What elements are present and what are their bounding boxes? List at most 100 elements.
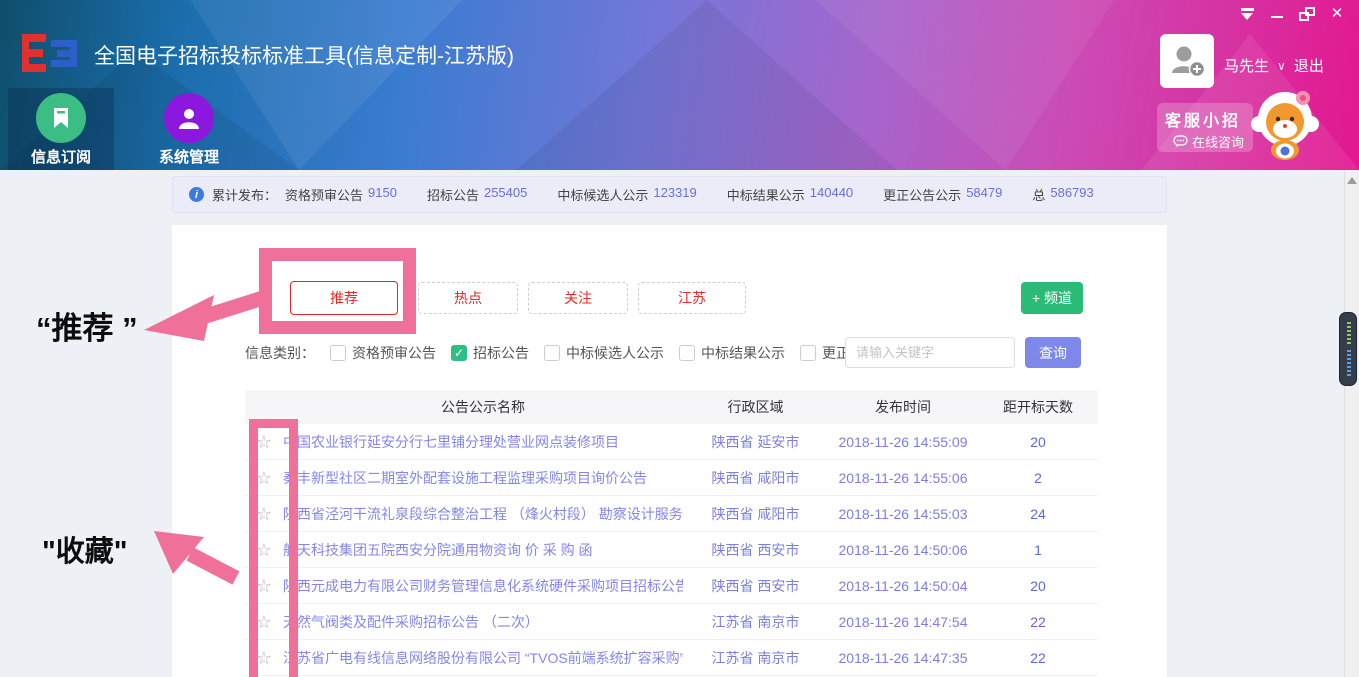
page-title: 全国电子招标投标标准工具(信息定制-江苏版) xyxy=(94,40,514,70)
favorite-star-icon[interactable]: ☆ xyxy=(256,576,272,596)
tab-hot[interactable]: 热点 xyxy=(418,282,518,314)
row-region: 陕西省 西安市 xyxy=(683,576,828,596)
row-days: 20 xyxy=(978,578,1098,594)
checkbox-icon xyxy=(330,345,346,361)
chat-bubble-icon xyxy=(1173,135,1188,148)
favorite-star-icon[interactable]: ☆ xyxy=(256,468,272,488)
app-window: ✕ 全国电子招标投标标准工具(信息定制-江苏版) xyxy=(0,0,1359,677)
favorite-star-icon[interactable]: ☆ xyxy=(256,432,272,452)
stat-item: 总586793 xyxy=(1032,185,1093,204)
user-name[interactable]: 马先生 xyxy=(1224,55,1269,76)
table-row: ☆ 陕西省泾河干流礼泉段综合整治工程 （烽火村段） 勘察设计服务采购... 陕西… xyxy=(245,496,1098,532)
table-row: ☆ 航天科技集团五院西安分院通用物资询 价 采 购 函 陕西省 西安市 2018… xyxy=(245,532,1098,568)
table-row: ☆ 陕西元成电力有限公司财务管理信息化系统硬件采购项目招标公告 陕西省 西安市 … xyxy=(245,568,1098,604)
row-days: 24 xyxy=(978,506,1098,522)
window-controls: ✕ xyxy=(1239,5,1345,23)
bookmark-icon xyxy=(36,93,86,143)
favorite-star-icon[interactable]: ☆ xyxy=(256,612,272,632)
sidebar-item-subscription[interactable]: 信息订阅 xyxy=(8,88,114,170)
add-user-icon xyxy=(1168,42,1206,80)
announcement-link[interactable]: 陕西省泾河干流礼泉段综合整治工程 （烽火村段） 勘察设计服务采购... xyxy=(283,504,683,524)
annotation-favorite-label: "收藏" xyxy=(42,528,128,570)
announcement-table: 公告公示名称 行政区域 发布时间 距开标天数 ☆ 中国农业银行延安分行七里铺分理… xyxy=(245,390,1098,676)
row-region: 陕西省 咸阳市 xyxy=(683,504,828,524)
favorite-star-icon[interactable]: ☆ xyxy=(256,540,272,560)
filter-checkbox-result[interactable]: 中标结果公示 xyxy=(679,343,785,363)
row-time: 2018-11-26 14:50:04 xyxy=(828,578,978,594)
stats-prefix-label: 累计发布： xyxy=(212,185,277,204)
query-button[interactable]: 查询 xyxy=(1025,337,1081,368)
avatar[interactable] xyxy=(1160,34,1214,88)
close-icon[interactable]: ✕ xyxy=(1329,6,1345,22)
filter-checkbox-prequalification[interactable]: 资格预审公告 xyxy=(330,343,436,363)
sidebar-item-system-management[interactable]: 系统管理 xyxy=(136,88,242,170)
row-region: 陕西省 延安市 xyxy=(683,432,828,452)
announcement-link[interactable]: 中国农业银行延安分行七里铺分理处营业网点装修项目 xyxy=(283,432,683,452)
announcement-link[interactable]: 航天科技集团五院西安分院通用物资询 价 采 购 函 xyxy=(283,540,683,560)
customer-service-title: 客服小招 xyxy=(1165,107,1245,131)
handle-dots-blue xyxy=(1347,350,1351,378)
stat-item: 中标候选人公示123319 xyxy=(557,185,696,204)
row-time: 2018-11-26 14:55:06 xyxy=(828,470,978,486)
row-region: 江苏省 南京市 xyxy=(683,648,828,668)
table-row: ☆ 中国农业银行延安分行七里铺分理处营业网点装修项目 陕西省 延安市 2018-… xyxy=(245,424,1098,460)
row-region: 江苏省 南京市 xyxy=(683,612,828,632)
row-days: 2 xyxy=(978,470,1098,486)
announcement-link[interactable]: 秦丰新型社区二期室外配套设施工程监理采购项目询价公告 xyxy=(283,468,683,488)
stat-item: 更正公告公示58479 xyxy=(883,185,1002,204)
annotation-recommend-label: “推荐 ” xyxy=(36,303,138,348)
announcement-link[interactable]: 陕西元成电力有限公司财务管理信息化系统硬件采购项目招标公告 xyxy=(283,576,683,596)
row-days: 1 xyxy=(978,542,1098,558)
favorite-star-icon[interactable]: ☆ xyxy=(256,648,272,668)
category-filter-row: 信息类别： 资格预审公告 ✓ 招标公告 中标候选人公示 中标结果公示 更正公告公… xyxy=(245,338,906,368)
filter-label: 信息类别： xyxy=(245,343,315,363)
checkbox-icon xyxy=(679,345,695,361)
announcement-link[interactable]: 江苏省广电有线信息网络股份有限公司 “TVOS前端系统扩容采购” ... xyxy=(283,648,683,668)
row-time: 2018-11-26 14:50:06 xyxy=(828,542,978,558)
col-header-days: 距开标天数 xyxy=(978,397,1098,417)
user-icon xyxy=(164,93,214,143)
restore-icon[interactable] xyxy=(1299,6,1315,22)
row-region: 陕西省 西安市 xyxy=(683,540,828,560)
checkbox-icon xyxy=(800,345,816,361)
row-time: 2018-11-26 14:47:54 xyxy=(828,614,978,630)
side-toolbar-handle[interactable] xyxy=(1339,312,1357,386)
tab-jiangsu[interactable]: 江苏 xyxy=(638,282,746,314)
filter-checkbox-tender[interactable]: ✓ 招标公告 xyxy=(451,343,529,363)
row-days: 22 xyxy=(978,614,1098,630)
favorite-star-icon[interactable]: ☆ xyxy=(256,504,272,524)
col-header-time: 发布时间 xyxy=(828,397,978,417)
row-region: 陕西省 咸阳市 xyxy=(683,468,828,488)
user-menu: 马先生 ∨ 退出 xyxy=(1224,55,1324,76)
stat-item: 中标结果公示140440 xyxy=(727,185,853,204)
announcement-link[interactable]: 天然气阀类及配件采购招标公告 （二次） xyxy=(283,612,683,632)
checkbox-checked-icon: ✓ xyxy=(451,345,467,361)
scroll-up-arrow-icon[interactable] xyxy=(1347,177,1357,184)
app-header: ✕ 全国电子招标投标标准工具(信息定制-江苏版) xyxy=(0,0,1359,170)
scrollbar-track[interactable] xyxy=(1344,170,1359,677)
add-channel-button[interactable]: + 频道 xyxy=(1021,282,1083,314)
info-icon: i xyxy=(189,187,204,202)
mascot-icon[interactable] xyxy=(1250,88,1320,165)
table-row: ☆ 天然气阀类及配件采购招标公告 （二次） 江苏省 南京市 2018-11-26… xyxy=(245,604,1098,640)
chevron-down-icon[interactable]: ∨ xyxy=(1277,59,1286,73)
tab-follow[interactable]: 关注 xyxy=(528,282,628,314)
online-chat-button[interactable]: 在线咨询 xyxy=(1173,132,1245,151)
search-input[interactable] xyxy=(845,337,1015,368)
handle-dots-green xyxy=(1347,322,1351,346)
table-row: ☆ 江苏省广电有线信息网络股份有限公司 “TVOS前端系统扩容采购” ... 江… xyxy=(245,640,1098,676)
filter-checkbox-candidate[interactable]: 中标候选人公示 xyxy=(544,343,664,363)
checkbox-icon xyxy=(544,345,560,361)
content-card: 推荐 热点 关注 江苏 + 频道 信息类别： 资格预审公告 ✓ 招标公告 中标候… xyxy=(172,225,1167,677)
col-header-name: 公告公示名称 xyxy=(283,397,683,417)
col-header-region: 行政区域 xyxy=(683,397,828,417)
skin-icon[interactable] xyxy=(1239,6,1255,22)
row-time: 2018-11-26 14:47:35 xyxy=(828,650,978,666)
stat-item: 招标公告255405 xyxy=(427,185,527,204)
tab-recommend[interactable]: 推荐 xyxy=(290,281,398,315)
minimize-icon[interactable] xyxy=(1269,6,1285,22)
nav-item-label: 系统管理 xyxy=(136,146,242,167)
logout-button[interactable]: 退出 xyxy=(1294,55,1324,76)
app-logo xyxy=(18,30,82,83)
customer-service-panel: 客服小招 在线咨询 xyxy=(1157,103,1253,152)
